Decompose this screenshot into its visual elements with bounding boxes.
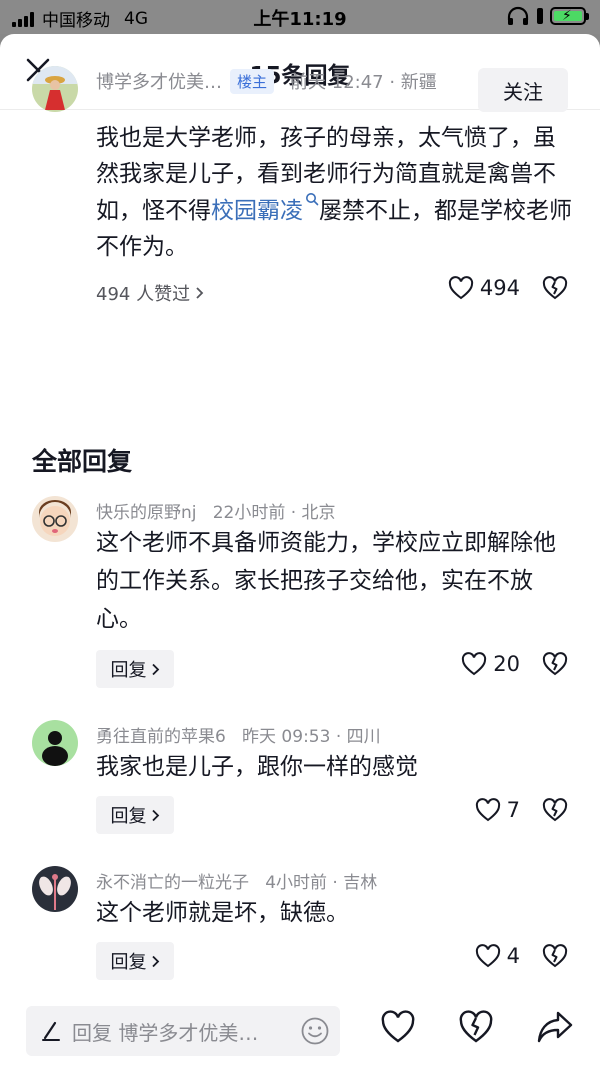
like-count: 4 (506, 944, 520, 968)
reply-meta: 勇往直前的苹果6 昨天 09:53 · 四川 (96, 727, 381, 747)
replies-sheet: 15条回复 博学多才优美… 楼主 前天 12:47 · 新疆 关注 我也是大学老… (0, 34, 600, 1067)
avatar-image (32, 720, 78, 766)
time-location: 前天 12:47 · 新疆 (290, 72, 437, 93)
reply-input[interactable]: 回复 博学多才优美… (26, 1006, 340, 1056)
reply-button-label: 回复 (110, 806, 147, 827)
avatar[interactable] (32, 866, 78, 912)
pen-icon (42, 1021, 60, 1041)
avatar[interactable] (32, 720, 78, 766)
avatar[interactable] (32, 66, 78, 112)
heart-icon (475, 944, 500, 968)
reply-item: 勇往直前的苹果6 昨天 09:53 · 四川 我家也是儿子，跟你一样的感觉 回复… (0, 718, 600, 848)
reply-item: 快乐的原野nj 22小时前 · 北京 这个老师不具备师资能力，学校应立即解除他的… (0, 494, 600, 704)
status-right: ⚡ (506, 6, 589, 26)
like-button[interactable]: 494 (448, 276, 520, 300)
heart-icon (475, 798, 500, 822)
emoji-icon[interactable] (300, 1016, 330, 1046)
like-button[interactable]: 4 (475, 944, 520, 968)
hashtag-link[interactable]: 校园霸凌 (211, 193, 319, 224)
search-icon (306, 193, 319, 206)
heart-icon (448, 276, 474, 300)
battery-icon: ⚡ (550, 7, 589, 25)
status-bar: 中国移动 4G 上午11:19 ⚡ (0, 0, 600, 34)
reply-button-label: 回复 (110, 952, 147, 973)
owner-badge: 楼主 (230, 68, 275, 94)
section-title: 全部回复 (32, 447, 133, 476)
username[interactable]: 博学多才优美… (96, 68, 222, 94)
chevron-right-icon (151, 663, 159, 675)
reply-button[interactable]: 回复 (96, 650, 174, 688)
reply-actions: 7 (475, 798, 568, 822)
reply-input-placeholder: 回复 博学多才优美… (72, 1020, 259, 1045)
avatar-image (32, 496, 78, 542)
heart-icon (462, 652, 487, 676)
reply-actions: 4 (475, 944, 568, 968)
chevron-right-icon (151, 955, 159, 967)
bottom-bar: 回复 博学多才优美… (0, 994, 600, 1067)
like-button[interactable]: 7 (475, 798, 520, 822)
share-icon[interactable] (536, 1010, 574, 1044)
avatar-image (32, 866, 78, 912)
reply-item: 永不消亡的一粒光子 4小时前 · 吉林 这个老师就是坏，缺德。 回复 4 (0, 864, 600, 994)
reply-text: 这个老师不具备师资能力，学校应立即解除他的工作关系。家长把孩子交给他，实在不放心… (96, 530, 556, 632)
dislike-icon[interactable] (542, 944, 568, 968)
reply-button[interactable]: 回复 (96, 942, 174, 980)
like-count: 7 (506, 798, 520, 822)
avatar-image (32, 66, 78, 112)
dislike-icon[interactable] (458, 1010, 494, 1044)
reply-text: 我家也是儿子，跟你一样的感觉 (96, 754, 418, 780)
orientation-lock-icon (537, 8, 543, 24)
reply-actions: 20 (461, 652, 568, 676)
dislike-icon[interactable] (542, 798, 568, 822)
main-comment-text: 我也是大学老师，孩子的母亲，太气愤了，虽然我家是儿子，看到老师行为简直就是禽兽不… (96, 120, 572, 265)
like-count: 494 (479, 276, 520, 300)
reply-text: 这个老师就是坏，缺德。 (96, 900, 349, 926)
likers-label: 494 人赞过 (96, 284, 191, 305)
reply-button-label: 回复 (110, 660, 147, 681)
like-button[interactable]: 20 (461, 652, 520, 676)
main-comment-meta: 博学多才优美… 楼主 前天 12:47 · 新疆 (96, 68, 437, 94)
likers-link[interactable]: 494 人赞过 (96, 280, 204, 306)
reply-meta: 快乐的原野nj 22小时前 · 北京 (96, 503, 336, 523)
hashtag-link-label: 校园霸凌 (211, 198, 303, 224)
reply-meta: 永不消亡的一粒光子 4小时前 · 吉林 (96, 873, 378, 893)
main-comment-actions: 494 (448, 276, 568, 300)
dislike-icon[interactable] (542, 652, 568, 676)
headphones-icon (507, 6, 529, 25)
dislike-icon[interactable] (542, 276, 568, 300)
avatar[interactable] (32, 496, 78, 542)
chevron-right-icon (151, 809, 159, 821)
chevron-right-icon (196, 287, 204, 299)
heart-icon[interactable] (380, 1010, 416, 1044)
follow-button[interactable]: 关注 (478, 68, 568, 112)
like-count: 20 (493, 652, 520, 676)
reply-button[interactable]: 回复 (96, 796, 174, 834)
